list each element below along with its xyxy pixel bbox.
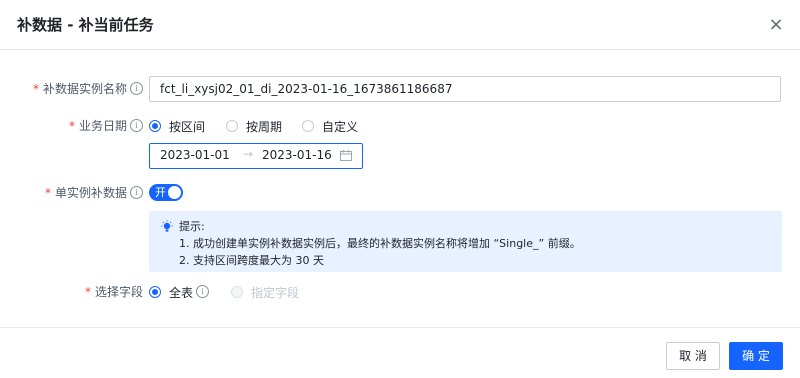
confirm-button[interactable]: 确 定 (729, 342, 783, 370)
radio-checked-icon (149, 120, 161, 132)
radio-specific-fields[interactable]: 指定字段 (231, 283, 299, 301)
radio-checked-icon (149, 286, 161, 298)
required-mark: * (32, 82, 39, 96)
business-date-label-text: 业务日期 (78, 119, 127, 133)
required-mark: * (84, 285, 91, 299)
tip-line-2: 2. 支持区间跨度最大为 30 天 (179, 254, 324, 267)
single-instance-label: * 单实例补数据 i (45, 184, 143, 202)
range-start-date[interactable]: 2023-01-01 (160, 148, 230, 162)
radio-custom[interactable]: 自定义 (302, 117, 358, 135)
cancel-button[interactable]: 取 消 (666, 342, 720, 370)
info-icon[interactable]: i (130, 82, 143, 95)
fields-label-row: * 选择字段 (0, 283, 143, 301)
close-icon[interactable]: × (766, 15, 786, 35)
radio-unchecked-icon (226, 120, 238, 132)
single-instance-label-row: * 单实例补数据 i (0, 184, 143, 202)
instance-name-label-row: * 补数据实例名称 i (0, 80, 143, 98)
fields-label-text: 选择字段 (94, 285, 143, 299)
tip-line-1: 1. 成功创建单实例补数据实例后，最终的补数据实例名称将增加 “Single_”… (179, 237, 581, 250)
dialog-title: 补数据 - 补当前任务 (17, 16, 154, 34)
instance-name-input[interactable]: fct_li_xysj02_01_di_2023-01-16_167386118… (149, 76, 781, 102)
instance-name-label: * 补数据实例名称 i (33, 80, 143, 98)
fields-label: * 选择字段 (85, 283, 143, 301)
calendar-icon[interactable] (340, 150, 352, 161)
tip-title: 提示: (179, 220, 205, 233)
required-mark: * (68, 119, 75, 133)
business-date-label-row: * 业务日期 i (0, 117, 143, 135)
switch-knob (168, 186, 181, 199)
single-instance-label-text: 单实例补数据 (54, 186, 127, 200)
business-date-label: * 业务日期 i (69, 117, 143, 135)
radio-by-range[interactable]: 按区间 (149, 117, 205, 135)
radio-full-table[interactable]: 全表 i (149, 283, 210, 301)
radio-by-range-label: 按区间 (169, 119, 206, 134)
backfill-dialog: 补数据 - 补当前任务 × * 补数据实例名称 i fct_li_xysj02_01… (0, 0, 800, 378)
radio-full-table-label: 全表 (169, 285, 194, 300)
lightbulb-icon (161, 220, 173, 232)
info-icon[interactable]: i (130, 186, 143, 199)
range-end-date[interactable]: 2023-01-16 (262, 148, 332, 162)
radio-by-cycle-label: 按周期 (246, 119, 283, 134)
instance-name-label-text: 补数据实例名称 (42, 82, 127, 96)
dialog-footer: 取 消 确 定 (0, 327, 800, 378)
arrow-right-icon: → (243, 147, 254, 161)
radio-by-cycle[interactable]: 按周期 (226, 117, 282, 135)
required-mark: * (44, 186, 51, 200)
switch-on-text: 开 (155, 186, 166, 199)
radio-disabled-icon (231, 286, 243, 298)
dialog-header: 补数据 - 补当前任务 × (0, 0, 800, 50)
radio-specific-fields-label: 指定字段 (251, 285, 300, 300)
radio-custom-label: 自定义 (322, 119, 359, 134)
radio-unchecked-icon (302, 120, 314, 132)
date-range-picker[interactable]: 2023-01-01 → 2023-01-16 (149, 143, 363, 169)
tip-box: 提示: 1. 成功创建单实例补数据实例后，最终的补数据实例名称将增加 “Sing… (149, 211, 782, 272)
info-icon[interactable]: i (196, 284, 210, 298)
single-instance-switch[interactable]: 开 (149, 184, 183, 201)
info-icon[interactable]: i (130, 119, 143, 132)
